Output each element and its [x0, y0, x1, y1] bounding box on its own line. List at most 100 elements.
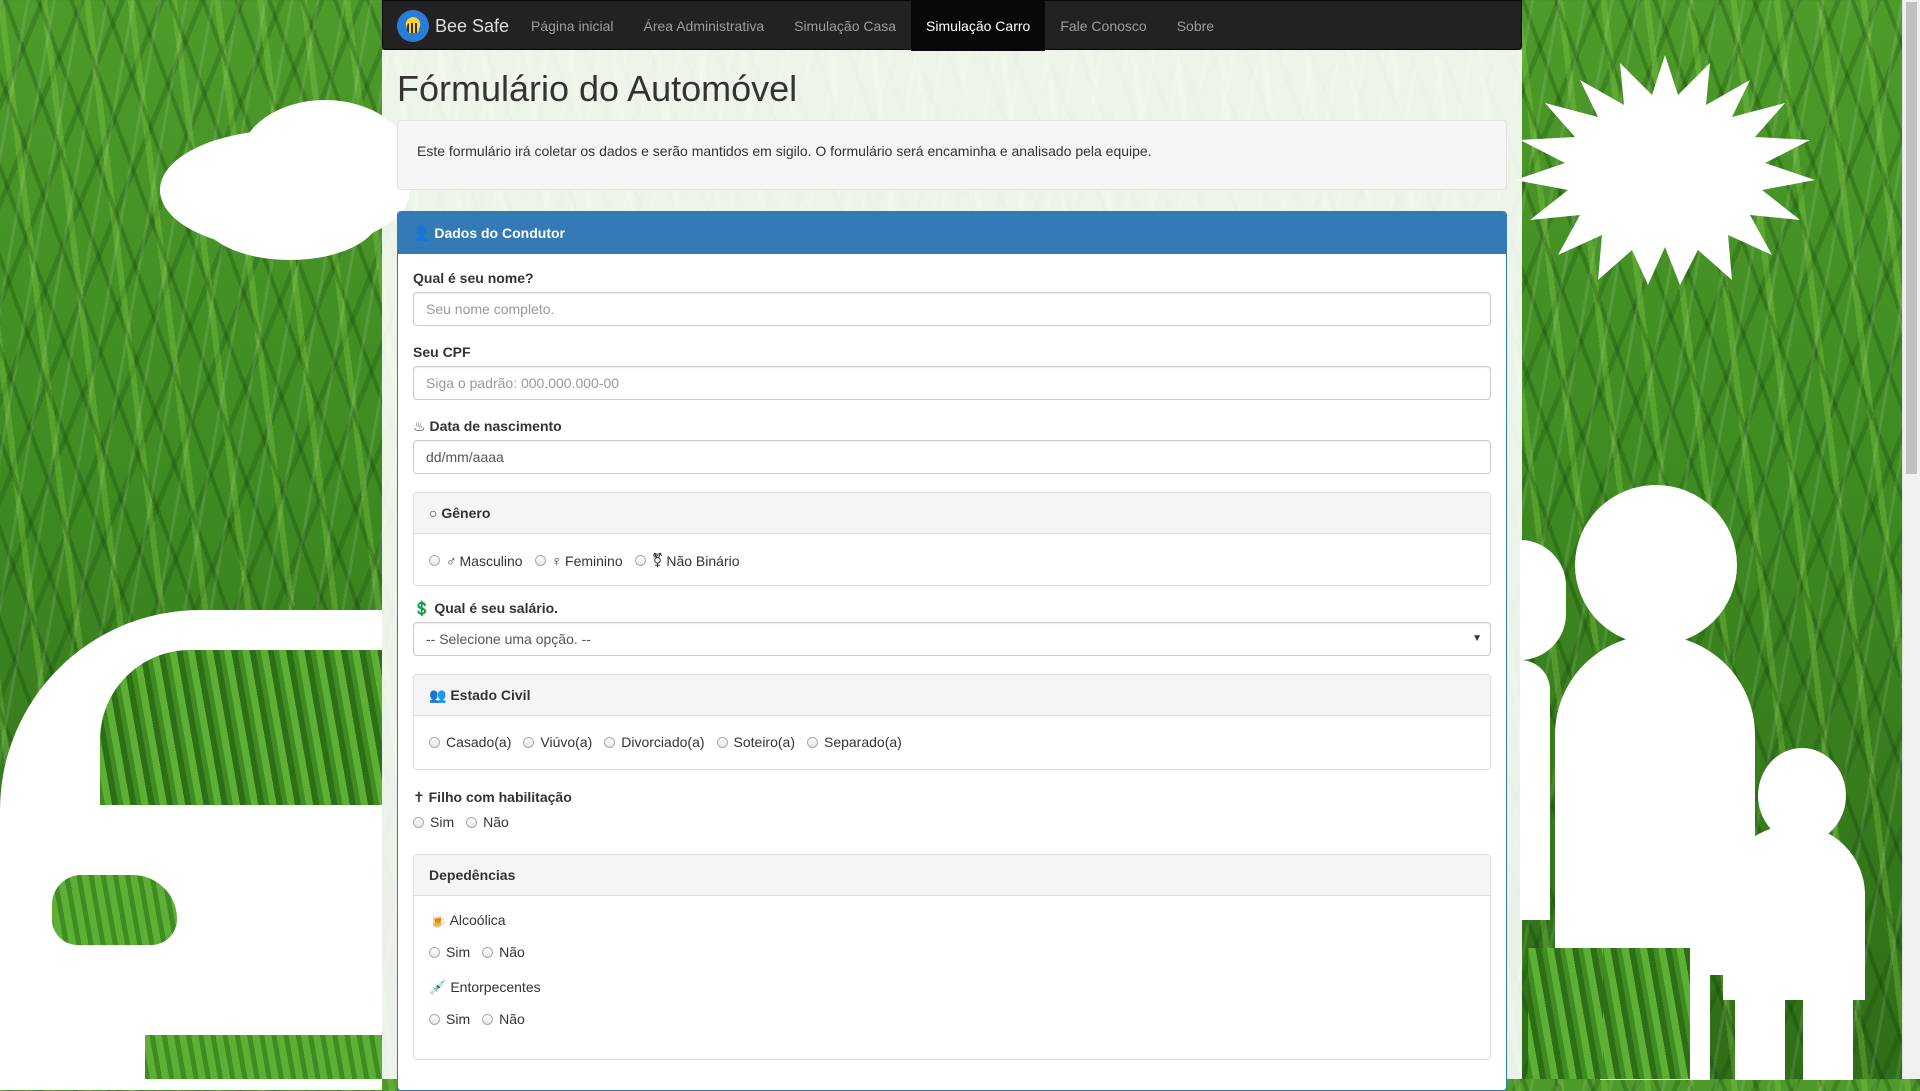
cake-icon: ♨ — [413, 418, 426, 434]
person-head-silhouette — [1575, 485, 1737, 645]
alcohol-label-text: Alcoólica — [449, 912, 506, 928]
brand-link[interactable]: Bee Safe — [397, 1, 509, 51]
nav-item-about[interactable]: Sobre — [1162, 1, 1229, 51]
driver-panel: 👤 Dados do Condutor Qual é seu nome? Seu… — [397, 211, 1507, 1091]
drugs-option-yes[interactable]: Sim — [429, 1011, 470, 1027]
drugs-options: Sim Não — [429, 1011, 537, 1027]
syringe-icon: 💉 — [429, 979, 447, 995]
radio-button[interactable] — [482, 946, 494, 958]
child-option-yes[interactable]: Sim — [413, 814, 454, 830]
drugs-label-text: Entorpecentes — [450, 979, 541, 995]
radio-button[interactable] — [604, 736, 616, 748]
intro-text: Este formulário irá coletar os dados e s… — [417, 143, 1152, 159]
alcohol-option-yes[interactable]: Sim — [429, 944, 470, 960]
salary-selected-value: -- Selecione uma opção. -- — [426, 631, 591, 647]
cloud-decoration — [200, 170, 380, 260]
radio-button[interactable] — [413, 816, 424, 828]
gender-panel: ○ Gênero ♂ Masculino ♀ Feminino ⚧ Não Binár… — [413, 492, 1491, 586]
birth-label: ♨ Data de nascimento — [413, 418, 562, 435]
radio-button[interactable] — [523, 736, 535, 748]
navbar: Bee Safe Página inicial Área Administrat… — [382, 0, 1522, 51]
glass-icon: 🍺 — [429, 912, 447, 928]
alcohol-option-no[interactable]: Não — [482, 944, 525, 960]
civil-status-heading: 👥 Estado Civil — [414, 675, 1490, 716]
birth-label-text: Data de nascimento — [429, 418, 562, 434]
female-icon: ♀ — [551, 552, 563, 569]
civil-option-single[interactable]: Soteiro(a) — [716, 734, 795, 750]
gender-options: ♂ Masculino ♀ Feminino ⚧ Não Binário — [429, 552, 752, 569]
radio-button[interactable] — [429, 946, 440, 958]
name-input[interactable]: Seu nome completo. — [413, 292, 1491, 326]
cpf-input[interactable]: Siga o padrão: 000.000.000-00 — [413, 366, 1491, 400]
page-scrollbar[interactable] — [1902, 0, 1920, 1079]
drugs-option-no[interactable]: Não — [482, 1011, 525, 1027]
option-label: Não — [499, 944, 525, 960]
civil-option-label: Casado(a) — [446, 734, 512, 750]
radio-button[interactable] — [634, 555, 646, 566]
civil-option-married[interactable]: Casado(a) — [429, 734, 511, 750]
option-label: Não — [499, 1011, 525, 1027]
civil-option-widowed[interactable]: Viúvo(a) — [523, 734, 592, 750]
civil-option-divorced[interactable]: Divorciado(a) — [604, 734, 705, 750]
child-license-options: Sim Não — [413, 814, 521, 830]
radio-button[interactable] — [429, 736, 440, 748]
dependencies-panel: Depedências 🍺 Alcoólica Sim Não 💉 Entorp… — [413, 854, 1491, 1060]
gender-option-male[interactable]: ♂ Masculino — [429, 553, 523, 569]
brand-label: Bee Safe — [435, 15, 510, 36]
salary-select[interactable]: -- Selecione uma opção. -- ▼ — [413, 622, 1491, 656]
gender-heading-text: Gênero — [441, 505, 491, 521]
salary-label: 💲 Qual é seu salário. — [413, 600, 558, 617]
gender-option-label: Feminino — [565, 552, 623, 569]
legs-gap — [1603, 948, 1690, 1079]
gender-option-female[interactable]: ♀ Feminino — [534, 552, 623, 569]
chevron-down-icon: ▼ — [1472, 633, 1482, 644]
driver-panel-heading: 👤 Dados do Condutor — [398, 212, 1506, 254]
civil-option-label: Viúvo(a) — [540, 734, 593, 750]
name-label: Qual é seu nome? — [413, 270, 534, 286]
circle-icon: ○ — [429, 505, 438, 521]
nav-item-car-simulation[interactable]: Simulação Carro — [911, 1, 1046, 51]
civil-option-label: Separado(a) — [823, 734, 902, 750]
child-license-label-text: Filho com habilitação — [428, 789, 572, 805]
child-body-silhouette — [1723, 825, 1865, 1000]
gender-option-label: Masculino — [459, 552, 523, 569]
car-window — [100, 650, 382, 805]
child-option-no[interactable]: Não — [466, 814, 509, 830]
salary-label-text: Qual é seu salário. — [434, 600, 559, 616]
nav-item-admin[interactable]: Área Administrativa — [629, 1, 780, 51]
radio-button[interactable] — [716, 736, 728, 748]
bee-logo-icon — [397, 10, 429, 42]
child-leg-silhouette — [1735, 990, 1785, 1080]
civil-option-label: Divorciado(a) — [621, 734, 705, 750]
drugs-label: 💉 Entorpecentes — [429, 979, 541, 996]
cpf-label: Seu CPF — [413, 344, 471, 360]
option-label: Sim — [446, 944, 471, 960]
radio-button[interactable] — [466, 816, 478, 828]
person-silhouette — [1520, 540, 1566, 660]
civil-status-options: Casado(a) Viúvo(a) Divorciado(a) Soteiro… — [429, 734, 914, 750]
civil-option-separated[interactable]: Separado(a) — [806, 734, 902, 750]
driver-panel-title: Dados do Condutor — [434, 225, 565, 241]
dependencies-heading: Depedências — [414, 855, 1490, 896]
child-license-label: ✝ Filho com habilitação — [413, 789, 572, 806]
radio-button[interactable] — [482, 1013, 494, 1025]
option-label: Sim — [446, 1011, 471, 1027]
birth-date-input[interactable]: dd/mm/aaaa — [413, 440, 1491, 474]
alcohol-options: Sim Não — [429, 944, 537, 960]
alcohol-label: 🍺 Alcoólica — [429, 912, 506, 929]
scrollbar-thumb[interactable] — [1906, 2, 1917, 474]
radio-button[interactable] — [806, 736, 818, 748]
nav-item-home[interactable]: Página inicial — [516, 1, 629, 51]
gender-heading: ○ Gênero — [414, 493, 1490, 534]
radio-button[interactable] — [429, 1013, 440, 1025]
legs-gap — [1528, 948, 1603, 1079]
radio-button[interactable] — [429, 555, 440, 566]
gender-option-nonbinary[interactable]: ⚧ Não Binário — [634, 552, 740, 569]
option-label: Sim — [430, 814, 455, 830]
nav-item-contact[interactable]: Fale Conosco — [1045, 1, 1161, 51]
user-icon: 👤 — [413, 225, 431, 241]
money-icon: 💲 — [413, 600, 431, 616]
car-wheel-gap — [145, 1035, 382, 1079]
nav-item-house-simulation[interactable]: Simulação Casa — [779, 1, 911, 51]
radio-button[interactable] — [534, 555, 546, 566]
